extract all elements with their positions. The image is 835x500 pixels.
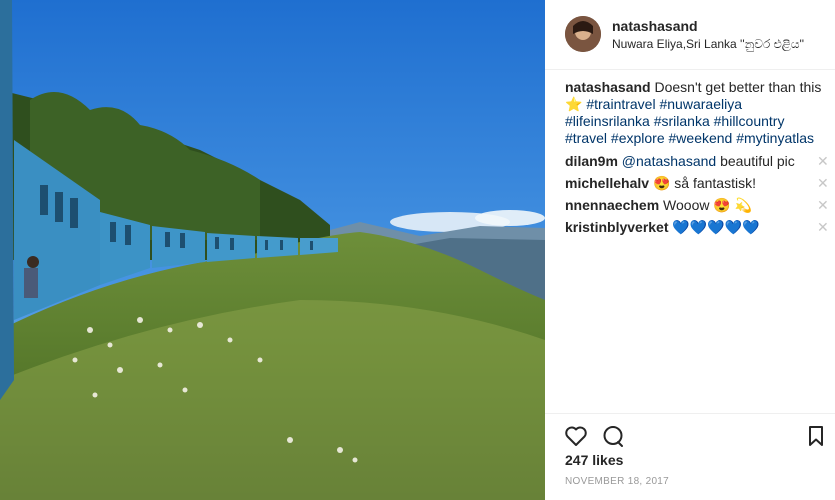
caption: natashasand Doesn't get better than this… bbox=[565, 79, 827, 147]
post-panel: natashasand Nuwara Eliya,Sri Lanka ''නුව… bbox=[545, 0, 835, 500]
comment-username[interactable]: michellehalv bbox=[565, 175, 649, 191]
comment-username[interactable]: kristinblyverket bbox=[565, 219, 669, 235]
hashtag[interactable]: #nuwaraeliya bbox=[659, 96, 742, 112]
comment-text: beautiful pic bbox=[716, 153, 795, 169]
bookmark-icon[interactable] bbox=[804, 424, 828, 448]
comment-text: så fantastisk! bbox=[670, 175, 756, 191]
comment-emoji: 😍 💫 bbox=[713, 197, 753, 213]
delete-comment-icon[interactable]: ✕ bbox=[817, 219, 829, 236]
comment-mention[interactable]: @natashasand bbox=[622, 153, 716, 169]
caption-username[interactable]: natashasand bbox=[565, 79, 651, 95]
comment-username[interactable]: dilan9m bbox=[565, 153, 618, 169]
caption-text: Doesn't get better than this bbox=[654, 79, 822, 95]
hashtag[interactable]: #hillcountry bbox=[714, 113, 785, 129]
star-emoji: ⭐ bbox=[565, 96, 583, 112]
hashtag[interactable]: #traintravel bbox=[586, 96, 655, 112]
hashtag[interactable]: #weekend bbox=[669, 130, 733, 146]
comment-emoji: 😍 bbox=[652, 175, 671, 191]
post-date[interactable]: NOVEMBER 18, 2017 bbox=[565, 476, 669, 487]
hashtag[interactable]: #mytinyatlas bbox=[736, 130, 814, 146]
post-header: natashasand Nuwara Eliya,Sri Lanka ''නුව… bbox=[545, 0, 835, 70]
comment-icon[interactable] bbox=[601, 424, 625, 448]
comment-text: Wooow bbox=[663, 197, 714, 213]
comments-list: natashasand Doesn't get better than this… bbox=[565, 79, 829, 241]
actions-bar bbox=[545, 413, 835, 447]
post-photo[interactable] bbox=[0, 0, 545, 500]
comment-item: nnennaechem Wooow 😍 💫 ✕ bbox=[565, 197, 829, 219]
hashtag[interactable]: #travel bbox=[565, 130, 607, 146]
delete-comment-icon[interactable]: ✕ bbox=[817, 197, 829, 214]
comment-emoji: 💙💙💙💙💙 bbox=[672, 219, 760, 235]
avatar[interactable] bbox=[565, 16, 601, 52]
hashtag[interactable]: #srilanka bbox=[654, 113, 710, 129]
comment-item: kristinblyverket 💙💙💙💙💙 ✕ bbox=[565, 219, 829, 241]
hashtag[interactable]: #explore bbox=[611, 130, 665, 146]
post-username[interactable]: natashasand bbox=[612, 18, 698, 34]
post-location[interactable]: Nuwara Eliya,Sri Lanka ''නුවර එළිය'' bbox=[612, 37, 804, 52]
delete-comment-icon[interactable]: ✕ bbox=[817, 153, 829, 170]
comment-item: dilan9m @natashasand beautiful pic ✕ bbox=[565, 153, 829, 175]
delete-comment-icon[interactable]: ✕ bbox=[817, 175, 829, 192]
likes-count[interactable]: 247 likes bbox=[565, 452, 623, 468]
hashtag[interactable]: #lifeinsrilanka bbox=[565, 113, 650, 129]
heart-icon[interactable] bbox=[564, 424, 588, 448]
comment-item: michellehalv 😍 så fantastisk! ✕ bbox=[565, 175, 829, 197]
comment-username[interactable]: nnennaechem bbox=[565, 197, 659, 213]
